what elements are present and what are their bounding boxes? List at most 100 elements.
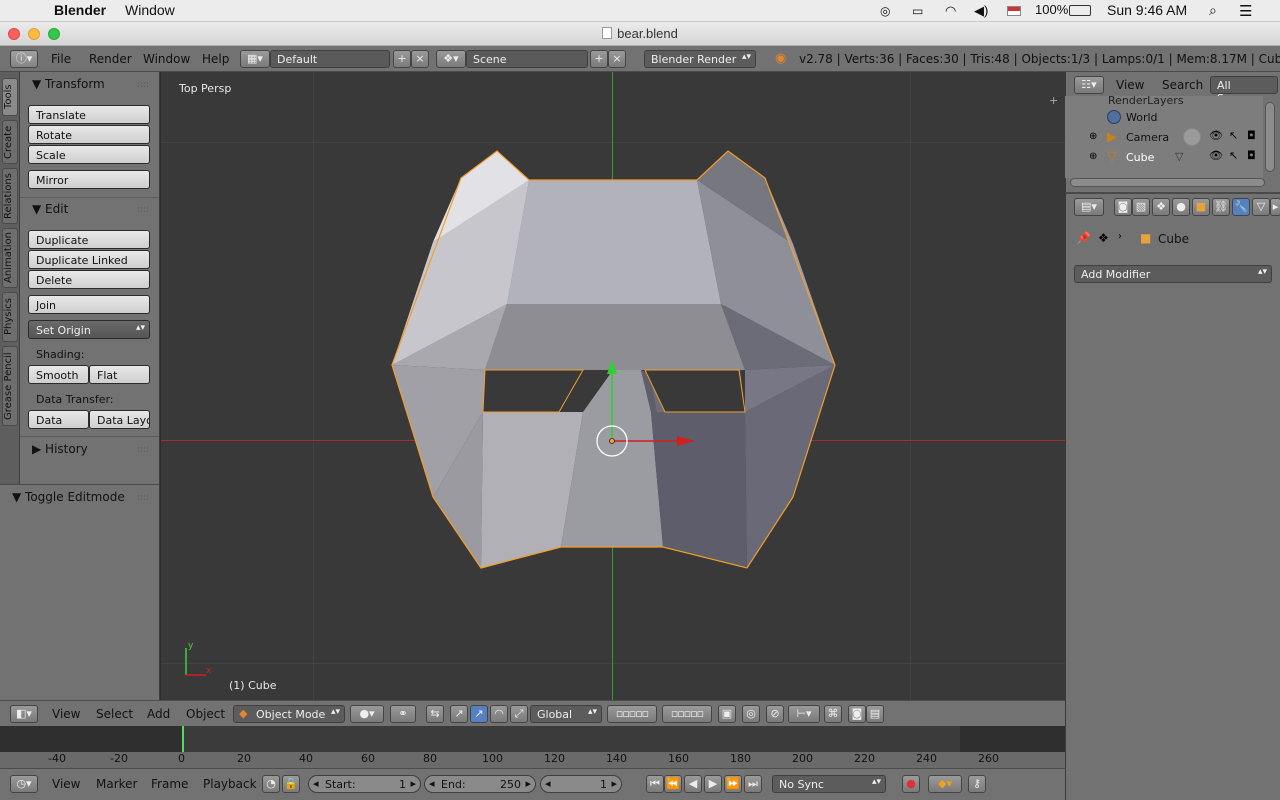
- viewport-shading-icon[interactable]: ●▾: [350, 705, 384, 723]
- outliner-scrollbar[interactable]: [1265, 102, 1275, 172]
- renderability-camera-icon[interactable]: ◘: [1247, 129, 1256, 142]
- translate-manipulator-icon[interactable]: ↗: [470, 705, 488, 723]
- outliner-list[interactable]: RenderLayers World ⊕ ▶ Camera ⊕ ▽ Cube ▽…: [1065, 94, 1263, 178]
- menu-search[interactable]: Search: [1162, 78, 1203, 92]
- panel-grip-icon[interactable]: ::::: [137, 80, 149, 90]
- prev-keyframe-icon[interactable]: ⏪: [664, 775, 682, 793]
- outliner-item-camera[interactable]: Camera: [1126, 131, 1169, 144]
- snap-icon[interactable]: ⊘: [766, 705, 784, 723]
- airplay-icon[interactable]: ▭: [912, 4, 923, 18]
- keying-set-icon[interactable]: ◆▾: [928, 775, 962, 793]
- sync-dropdown[interactable]: No Sync ▴▾: [772, 775, 886, 793]
- editor-type-icon[interactable]: ◧▾: [10, 705, 38, 723]
- render-engine-dropdown[interactable]: Blender Render ▴▾: [644, 50, 756, 68]
- 3d-viewport[interactable]: y x Top Persp (1) Cube +: [160, 72, 1065, 700]
- menu-view[interactable]: View: [52, 777, 80, 791]
- data-layout-button[interactable]: Data Layo: [89, 410, 150, 429]
- renderability-camera-icon[interactable]: ◘: [1247, 149, 1256, 162]
- menu-view[interactable]: View: [52, 707, 80, 721]
- menu-frame[interactable]: Frame: [151, 777, 188, 791]
- editor-type-icon[interactable]: ◷▾: [10, 775, 38, 793]
- notification-center-icon[interactable]: ☰: [1239, 2, 1252, 20]
- add-modifier-dropdown[interactable]: Add Modifier ▴▾: [1074, 265, 1272, 283]
- outliner-item-renderlayers[interactable]: RenderLayers: [1108, 94, 1184, 107]
- menu-select[interactable]: Select: [96, 707, 133, 721]
- play-reverse-icon[interactable]: ◀: [684, 775, 702, 793]
- tab-relations[interactable]: Relations: [2, 168, 18, 224]
- current-frame-indicator[interactable]: [182, 726, 184, 752]
- battery-icon[interactable]: [1069, 5, 1091, 16]
- play-icon[interactable]: ▶: [704, 775, 722, 793]
- tab-grease-pencil[interactable]: Grease Pencil: [2, 346, 18, 426]
- add-layout-icon[interactable]: +: [393, 50, 411, 68]
- menu-window[interactable]: Window: [143, 52, 190, 66]
- pin-icon[interactable]: 📌: [1076, 231, 1091, 245]
- lock-time-icon[interactable]: 🔒: [282, 775, 300, 793]
- data-transfer-button[interactable]: Data: [28, 410, 89, 429]
- start-frame-field[interactable]: ◂ Start: 1 ▸: [308, 775, 421, 793]
- insert-keyframe-icon[interactable]: ⚷: [968, 775, 986, 793]
- translate-button[interactable]: Translate: [28, 105, 150, 124]
- snap-element-icon[interactable]: ⊢▾: [788, 705, 820, 723]
- editor-type-icon[interactable]: ☷▾: [1074, 76, 1104, 94]
- render-tab-icon[interactable]: ◙: [1114, 198, 1132, 216]
- editor-type-icon[interactable]: ▤▾: [1074, 198, 1104, 216]
- outliner-hscrollbar[interactable]: [1070, 178, 1265, 187]
- layers-grid-1[interactable]: ▫▫▫▫▫: [607, 705, 657, 723]
- outliner-item-cube[interactable]: Cube: [1126, 151, 1154, 164]
- jump-start-icon[interactable]: ⏮: [646, 775, 664, 793]
- render-still-icon[interactable]: ◙: [848, 705, 866, 723]
- menu-playback[interactable]: Playback: [203, 777, 257, 791]
- delete-button[interactable]: Delete: [28, 270, 150, 289]
- remove-scene-icon[interactable]: ×: [608, 50, 626, 68]
- menu-render[interactable]: Render: [89, 52, 132, 66]
- spotlight-icon[interactable]: ⌕: [1209, 2, 1217, 19]
- screen-layout-icon[interactable]: ▦▾: [240, 50, 270, 68]
- modifiers-tab-icon[interactable]: 🔧: [1232, 198, 1250, 216]
- mirror-button[interactable]: Mirror: [28, 170, 150, 189]
- properties-toggle-icon[interactable]: +: [1049, 94, 1058, 107]
- timeline[interactable]: -40 -20 0 20 40 60 80 100 120 140 160 18…: [0, 726, 1065, 768]
- menu-view[interactable]: View: [1116, 78, 1144, 92]
- creative-cloud-icon[interactable]: ◎: [880, 4, 890, 18]
- proportional-edit-icon[interactable]: ◎: [742, 705, 760, 723]
- outliner-item-world[interactable]: World: [1126, 111, 1158, 124]
- world-tab-icon[interactable]: ●: [1172, 198, 1190, 216]
- wifi-icon[interactable]: ◠: [945, 3, 956, 19]
- display-mode-dropdown[interactable]: All Scenes: [1210, 76, 1278, 105]
- scene-field[interactable]: Scene: [466, 50, 588, 68]
- viewport-canvas[interactable]: y x: [161, 72, 1065, 700]
- menu-help[interactable]: Help: [202, 52, 229, 66]
- selectability-cursor-icon[interactable]: ↖: [1229, 129, 1238, 142]
- window-menu[interactable]: Window: [125, 2, 175, 18]
- render-animation-icon[interactable]: ▤: [866, 705, 884, 723]
- lock-layers-icon[interactable]: ▣: [718, 705, 736, 723]
- pivot-point-icon[interactable]: ⚭: [390, 705, 416, 723]
- object-tab-icon[interactable]: ■: [1192, 198, 1210, 216]
- edit-panel-toggle[interactable]: ▼ Edit: [32, 202, 68, 216]
- menu-add[interactable]: Add: [147, 707, 170, 721]
- editor-type-icon[interactable]: ⓘ▾: [10, 50, 38, 68]
- history-panel-toggle[interactable]: ▶ History: [32, 442, 88, 456]
- scene-icon[interactable]: ❖▾: [436, 50, 466, 68]
- expand-icon[interactable]: ⊕: [1089, 131, 1097, 142]
- tab-physics[interactable]: Physics: [2, 292, 18, 342]
- mode-dropdown[interactable]: ◆ Object Mode ▴▾: [233, 705, 345, 723]
- visibility-eye-icon[interactable]: 👁: [1209, 149, 1223, 162]
- more-tabs-icon[interactable]: ▸: [1270, 198, 1280, 216]
- flag-icon[interactable]: [1007, 6, 1021, 16]
- transform-panel-toggle[interactable]: ▼ Transform: [32, 77, 105, 91]
- jump-end-icon[interactable]: ⏭: [744, 775, 762, 793]
- panel-grip-icon[interactable]: ::::: [137, 205, 149, 215]
- render-layers-tab-icon[interactable]: ▧: [1132, 198, 1150, 216]
- rotate-manipulator-icon[interactable]: ◠: [490, 705, 508, 723]
- menu-file[interactable]: File: [51, 52, 71, 66]
- menu-object[interactable]: Object: [186, 707, 225, 721]
- shade-flat-button[interactable]: Flat: [89, 365, 150, 384]
- tab-animation[interactable]: Animation: [2, 228, 18, 288]
- data-tab-icon[interactable]: ▽: [1252, 198, 1270, 216]
- manipulator-icon[interactable]: ↗: [450, 705, 468, 723]
- end-frame-field[interactable]: ◂ End: 250 ▸: [424, 775, 536, 793]
- app-menu[interactable]: Blender: [54, 2, 106, 18]
- visibility-eye-icon[interactable]: 👁: [1209, 129, 1223, 142]
